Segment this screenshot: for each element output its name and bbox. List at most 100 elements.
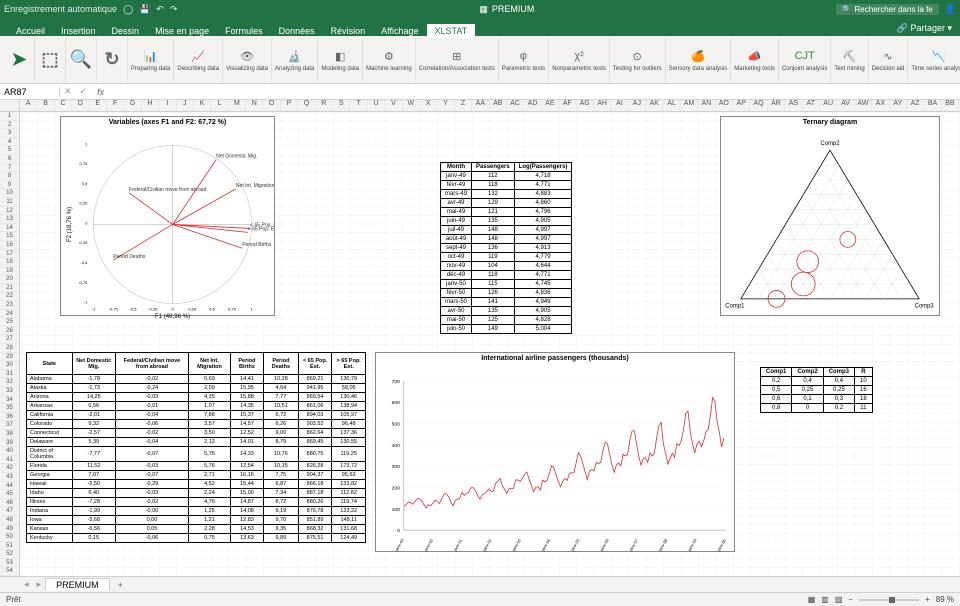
ribbon-analyzing-data[interactable]: 🔬Analyzing data xyxy=(272,38,318,81)
col-AU[interactable]: AU xyxy=(820,100,837,111)
row-15[interactable]: 15 xyxy=(0,232,19,241)
col-AH[interactable]: AH xyxy=(594,100,611,111)
row-42[interactable]: 42 xyxy=(0,464,19,473)
col-AZ[interactable]: AZ xyxy=(907,100,924,111)
row-31[interactable]: 31 xyxy=(0,370,19,379)
col-K[interactable]: K xyxy=(194,100,211,111)
biplot-chart[interactable]: Variables (axes F1 and F2: 67,72 %) Net … xyxy=(60,116,275,316)
row-18[interactable]: 18 xyxy=(0,258,19,267)
row-48[interactable]: 48 xyxy=(0,516,19,525)
share-button[interactable]: 🔗 Partager ▾ xyxy=(889,21,960,36)
col-U[interactable]: U xyxy=(368,100,385,111)
col-AY[interactable]: AY xyxy=(890,100,907,111)
row-12[interactable]: 12 xyxy=(0,207,19,216)
ribbon-marketing-tools[interactable]: 📣Marketing tools xyxy=(731,38,779,81)
row-30[interactable]: 30 xyxy=(0,361,19,370)
col-R[interactable]: R xyxy=(316,100,333,111)
state-migration-table[interactable]: StateNet Domestic Mig.Federal/Civilian m… xyxy=(26,352,366,543)
col-AK[interactable]: AK xyxy=(646,100,663,111)
row-20[interactable]: 20 xyxy=(0,275,19,284)
ribbon-testing-for-outliers[interactable]: ⊙Testing for outliers xyxy=(610,38,666,81)
col-AW[interactable]: AW xyxy=(855,100,872,111)
col-Y[interactable]: Y xyxy=(437,100,454,111)
row-2[interactable]: 2 xyxy=(0,121,19,130)
row-10[interactable]: 10 xyxy=(0,189,19,198)
passengers-line-chart[interactable]: International airline passengers (thousa… xyxy=(375,352,735,552)
fx-label[interactable]: fx xyxy=(91,87,110,97)
col-AT[interactable]: AT xyxy=(803,100,820,111)
ribbon-preparing-data[interactable]: 📊Preparing data xyxy=(128,38,174,81)
row-28[interactable]: 28 xyxy=(0,344,19,353)
row-40[interactable]: 40 xyxy=(0,447,19,456)
row-36[interactable]: 36 xyxy=(0,413,19,422)
col-AX[interactable]: AX xyxy=(872,100,889,111)
col-Z[interactable]: Z xyxy=(455,100,472,111)
row-50[interactable]: 50 xyxy=(0,533,19,542)
row-52[interactable]: 52 xyxy=(0,550,19,559)
components-table[interactable]: Comp1Comp2Comp3R0,20,40,4100,50,250,2516… xyxy=(760,367,880,413)
col-O[interactable]: O xyxy=(263,100,280,111)
col-AV[interactable]: AV xyxy=(837,100,854,111)
ribbon-visualizing-data[interactable]: 👁Visualizing data xyxy=(223,38,272,81)
col-BB[interactable]: BB xyxy=(942,100,959,111)
col-AO[interactable]: AO xyxy=(716,100,733,111)
search-box[interactable]: 🔍 Rechercher dans la fe xyxy=(836,4,938,15)
col-E[interactable]: E xyxy=(90,100,107,111)
ribbon-cmd[interactable]: 🔍 xyxy=(66,38,97,81)
row-34[interactable]: 34 xyxy=(0,396,19,405)
row-1[interactable]: 1 xyxy=(0,112,19,121)
col-AP[interactable]: AP xyxy=(733,100,750,111)
col-Q[interactable]: Q xyxy=(298,100,315,111)
autosave-toggle[interactable]: ◯ xyxy=(123,4,133,15)
row-27[interactable]: 27 xyxy=(0,335,19,344)
col-A[interactable]: A xyxy=(20,100,37,111)
name-box[interactable]: AR87 xyxy=(0,87,60,97)
row-5[interactable]: 5 xyxy=(0,146,19,155)
row-49[interactable]: 49 xyxy=(0,525,19,534)
user-avatar[interactable]: 👤 xyxy=(945,4,956,15)
row-53[interactable]: 53 xyxy=(0,559,19,568)
row-44[interactable]: 44 xyxy=(0,482,19,491)
row-33[interactable]: 33 xyxy=(0,387,19,396)
col-AM[interactable]: AM xyxy=(681,100,698,111)
col-AQ[interactable]: AQ xyxy=(750,100,767,111)
ribbon-cmd[interactable]: ⬚ xyxy=(35,38,66,81)
col-AF[interactable]: AF xyxy=(559,100,576,111)
row-51[interactable]: 51 xyxy=(0,542,19,551)
tab-formules[interactable]: Formules xyxy=(217,24,271,38)
ribbon-decision-aid[interactable]: ∿Decision aid xyxy=(869,38,909,81)
ribbon-correlation-association-tests[interactable]: ⊞Correlation/Association tests xyxy=(416,38,499,81)
tab-insertion[interactable]: Insertion xyxy=(53,24,104,38)
col-P[interactable]: P xyxy=(281,100,298,111)
tab-données[interactable]: Données xyxy=(271,24,323,38)
row-24[interactable]: 24 xyxy=(0,310,19,319)
ribbon-cmd[interactable]: ↻ xyxy=(97,38,128,81)
col-G[interactable]: G xyxy=(124,100,141,111)
add-sheet-button[interactable]: + xyxy=(110,579,131,591)
ribbon-cmd[interactable]: ➤ xyxy=(4,38,35,81)
col-AE[interactable]: AE xyxy=(542,100,559,111)
row-38[interactable]: 38 xyxy=(0,430,19,439)
tab-dessin[interactable]: Dessin xyxy=(104,24,148,38)
col-L[interactable]: L xyxy=(211,100,228,111)
row-14[interactable]: 14 xyxy=(0,224,19,233)
cancel-icon[interactable]: ✕ xyxy=(60,86,76,97)
row-54[interactable]: 54 xyxy=(0,567,19,576)
col-AS[interactable]: AS xyxy=(785,100,802,111)
row-23[interactable]: 23 xyxy=(0,301,19,310)
month-passenger-table[interactable]: MonthPassengersLog(Passengers)janv-49112… xyxy=(440,162,610,334)
sheet-nav-prev[interactable]: ◂ xyxy=(20,579,33,590)
row-39[interactable]: 39 xyxy=(0,439,19,448)
col-AB[interactable]: AB xyxy=(490,100,507,111)
row-21[interactable]: 21 xyxy=(0,284,19,293)
col-M[interactable]: M xyxy=(229,100,246,111)
ribbon-machine-learning[interactable]: ⚙Machine learning xyxy=(363,38,416,81)
row-35[interactable]: 35 xyxy=(0,404,19,413)
row-32[interactable]: 32 xyxy=(0,378,19,387)
col-S[interactable]: S xyxy=(333,100,350,111)
col-J[interactable]: J xyxy=(177,100,194,111)
col-AD[interactable]: AD xyxy=(524,100,541,111)
ribbon-conjoint-analysis[interactable]: CJTConjoint analysis xyxy=(779,38,831,81)
row-43[interactable]: 43 xyxy=(0,473,19,482)
sheet-nav-next[interactable]: ▸ xyxy=(33,579,46,590)
